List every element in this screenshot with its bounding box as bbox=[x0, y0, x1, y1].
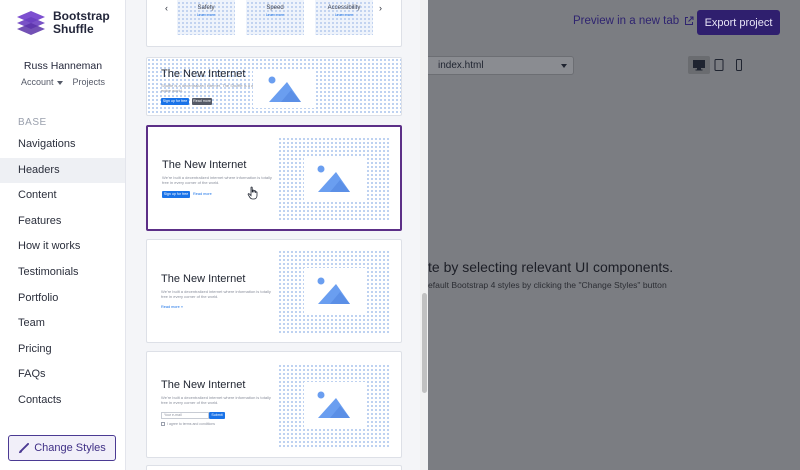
empty-state-heading: te by selecting relevant UI components. bbox=[428, 259, 674, 275]
sidebar-item-content[interactable]: Content bbox=[0, 183, 125, 209]
email-field: Your e-mail bbox=[161, 412, 209, 419]
submit-button: Submit bbox=[209, 412, 225, 419]
agree-text: I agree to terms and conditions bbox=[167, 422, 216, 426]
preview-new-tab-link[interactable]: Preview in a new tab bbox=[573, 15, 694, 27]
panel-scroll-thumb[interactable] bbox=[422, 293, 427, 393]
image-placeholder bbox=[304, 268, 365, 314]
image-placeholder-icon bbox=[317, 391, 350, 418]
paint-brush-icon bbox=[19, 442, 30, 453]
feature-tile: Speed Learn more bbox=[246, 0, 304, 35]
image-placeholder bbox=[304, 382, 365, 428]
chevron-right-icon[interactable]: › bbox=[379, 3, 382, 13]
hero-title: The New Internet bbox=[161, 273, 246, 285]
component-card-header-4[interactable]: The New Internet We're built a decentral… bbox=[146, 351, 402, 458]
sidebar-item-pricing[interactable]: Pricing bbox=[0, 337, 125, 363]
account-label: Account bbox=[20, 77, 54, 87]
image-placeholder-icon bbox=[317, 165, 350, 192]
sidebar-item-contacts[interactable]: Contacts bbox=[0, 388, 125, 414]
brand-line-2: Shuffle bbox=[53, 22, 94, 36]
projects-link[interactable]: Projects bbox=[73, 77, 106, 87]
account-menu[interactable]: Account bbox=[21, 77, 63, 87]
feature-tile-label: Safety bbox=[197, 5, 215, 11]
desktop-icon bbox=[693, 60, 705, 71]
sidebar-item-features[interactable]: Features bbox=[0, 209, 125, 235]
component-card-features-slider[interactable]: ‹ Safety Learn more Speed Learn more Acc… bbox=[146, 0, 402, 47]
image-placeholder-icon bbox=[268, 76, 301, 102]
hero-secondary-button: Read more bbox=[192, 98, 212, 105]
caret-down-icon bbox=[56, 80, 63, 85]
user-name: Russ Hanneman bbox=[23, 60, 103, 72]
external-link-icon bbox=[685, 16, 694, 25]
sidebar-item-headers[interactable]: Headers bbox=[0, 157, 125, 184]
feature-tile-label: Accessibility bbox=[327, 5, 361, 11]
hero-primary-button: Sign up for free bbox=[161, 98, 189, 105]
feature-tile: Safety Learn more bbox=[177, 0, 235, 35]
tablet-icon bbox=[714, 59, 724, 71]
sidebar-item-portfolio[interactable]: Portfolio bbox=[0, 286, 125, 312]
user-links: Account Projects bbox=[0, 77, 126, 87]
feature-tile-link: Learn more bbox=[197, 13, 215, 17]
hero-secondary-link: Read more bbox=[193, 192, 212, 196]
brand-name: Bootstrap Shuffle bbox=[53, 10, 110, 36]
hero-text: We're built a decentralized internet whe… bbox=[162, 175, 272, 185]
sidebar-item-faqs[interactable]: FAQs bbox=[0, 362, 125, 388]
sidebar-nav: Navigations Headers Content Features How… bbox=[0, 132, 125, 414]
feature-tile: Accessibility Learn more bbox=[315, 0, 373, 35]
hero-link: Read more » bbox=[161, 305, 183, 309]
panel-scrollbar[interactable] bbox=[420, 0, 428, 470]
section-label-base: BASE bbox=[18, 117, 47, 128]
preview-label: Preview in a new tab bbox=[573, 15, 680, 27]
hero-text: We're built a decentralized internet whe… bbox=[161, 289, 271, 299]
image-placeholder-icon bbox=[317, 277, 350, 304]
sidebar: Bootstrap Shuffle Russ Hanneman Account … bbox=[0, 0, 126, 470]
empty-state-subtext: efault Bootstrap 4 styles by clicking th… bbox=[428, 280, 667, 290]
layers-logo-icon bbox=[17, 11, 45, 35]
hero-title: The New Internet bbox=[162, 159, 247, 171]
change-styles-label: Change Styles bbox=[34, 442, 106, 454]
agree-checkbox-row: I agree to terms and conditions bbox=[161, 422, 215, 426]
user-block: Russ Hanneman Account Projects bbox=[0, 60, 126, 87]
mobile-view-button[interactable] bbox=[732, 56, 746, 74]
mobile-icon bbox=[736, 59, 742, 71]
sidebar-item-how-it-works[interactable]: How it works bbox=[0, 234, 125, 260]
caret-down-icon bbox=[561, 64, 567, 68]
file-select-value: index.html bbox=[438, 60, 484, 71]
change-styles-button[interactable]: Change Styles bbox=[8, 435, 116, 461]
feature-tile-label: Speed bbox=[266, 5, 284, 11]
hero-text: We're built a decentralized internet whe… bbox=[161, 395, 271, 405]
feature-tile-link: Learn more bbox=[266, 13, 284, 17]
component-card-header-3[interactable]: The New Internet We're built a decentral… bbox=[146, 239, 402, 343]
hero-title: The New Internet bbox=[161, 68, 246, 80]
tablet-view-button[interactable] bbox=[712, 56, 726, 74]
export-project-button[interactable]: Export project bbox=[697, 10, 780, 35]
brand-logo[interactable]: Bootstrap Shuffle bbox=[16, 10, 110, 36]
image-placeholder bbox=[304, 156, 365, 202]
hero-primary-button: Sign up for free bbox=[162, 191, 190, 198]
image-placeholder bbox=[253, 70, 315, 108]
sidebar-item-team[interactable]: Team bbox=[0, 311, 125, 337]
hand-cursor-icon bbox=[247, 186, 258, 200]
component-card-header-2[interactable]: The New Internet We're built a decentral… bbox=[146, 125, 402, 231]
desktop-view-button[interactable] bbox=[688, 56, 710, 74]
sidebar-item-navigations[interactable]: Navigations bbox=[0, 132, 125, 158]
component-card-header-5[interactable] bbox=[146, 465, 402, 470]
checkbox bbox=[161, 422, 165, 426]
chevron-left-icon[interactable]: ‹ bbox=[165, 3, 168, 13]
file-select[interactable]: index.html bbox=[428, 56, 574, 75]
sidebar-item-testimonials[interactable]: Testimonials bbox=[0, 260, 125, 286]
hero-title: The New Internet bbox=[161, 379, 246, 391]
component-card-header-1[interactable]: The New Internet Shuffle is a decentrali… bbox=[146, 57, 402, 116]
feature-tile-link: Learn more bbox=[335, 13, 353, 17]
